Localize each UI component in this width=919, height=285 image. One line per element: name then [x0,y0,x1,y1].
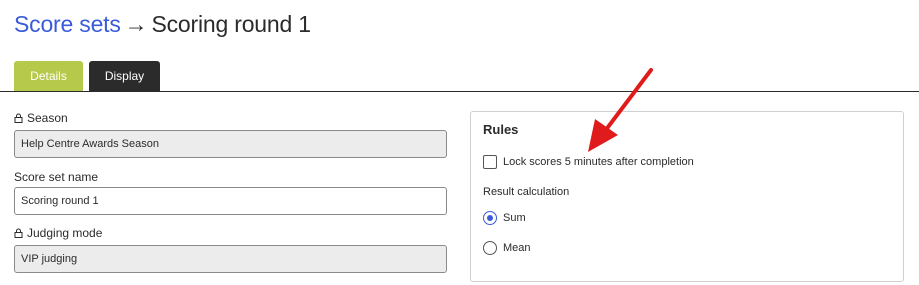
lock-scores-row: Lock scores 5 minutes after completion [483,155,694,169]
score-set-name-input[interactable]: Scoring round 1 [14,187,447,215]
mean-radio-label: Mean [503,242,531,254]
mean-radio[interactable] [483,241,497,255]
judging-mode-label-text: Judging mode [27,226,103,240]
breadcrumb-separator: → [124,11,148,37]
result-calculation-label: Result calculation [483,186,570,198]
breadcrumb: Score sets → Scoring round 1 [14,8,311,40]
breadcrumb-link-score-sets[interactable]: Score sets [14,11,121,37]
radio-row-mean: Mean [483,241,531,255]
tab-display[interactable]: Display [89,61,160,91]
lock-scores-label: Lock scores 5 minutes after completion [503,156,694,168]
season-label-text: Season [27,111,68,125]
tab-details[interactable]: Details [14,61,83,91]
lock-icon [14,113,23,123]
tab-bar: Details Display [14,61,160,91]
sum-radio[interactable] [483,211,497,225]
sum-radio-label: Sum [503,212,526,224]
rules-title: Rules [483,122,519,137]
judging-mode-label: Judging mode [14,226,102,240]
radio-row-sum: Sum [483,211,526,225]
judging-mode-field: VIP judging [14,245,447,273]
lock-scores-checkbox[interactable] [483,155,497,169]
season-label: Season [14,111,68,125]
lock-icon [14,228,23,238]
score-set-name-label-text: Score set name [14,170,99,184]
score-set-name-label: Score set name [14,170,98,184]
tab-divider [0,91,919,92]
season-field: Help Centre Awards Season [14,130,447,158]
rules-panel: Rules Lock scores 5 minutes after comple… [470,111,904,282]
page-title: Scoring round 1 [151,11,311,37]
